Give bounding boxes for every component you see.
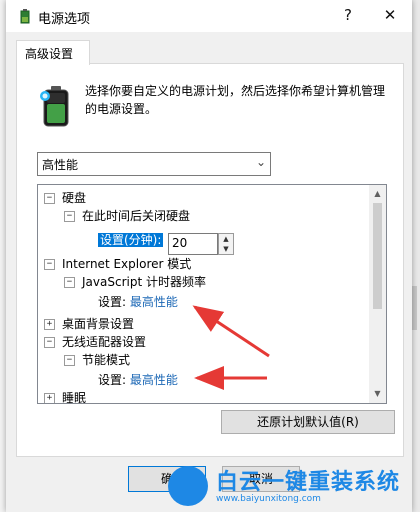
tab-label: 高级设置 [25,47,74,61]
close-button[interactable]: ✕ [380,6,400,24]
settings-panel: 选择你要自定义的电源计划，然后选择你希望计算机管理的电源设置。 高性能 ⌄ − 硬… [16,63,404,457]
twitter-bird-logo-icon [168,466,208,506]
window-title: 电源选项 [38,12,91,27]
watermark-url: www.baiyunxitong.com [216,494,321,504]
help-button[interactable]: ? [338,6,358,24]
power-options-icon [18,8,32,27]
power-options-dialog: 电源选项 ? ✕ 高级设置 选择你要自定义的电源计划，然后选择你希望计算机管理的… [6,0,412,512]
annotation-arrows [192,305,270,390]
watermark-text: 白云一键重装系统 [216,470,401,495]
watermark: 白云一键重装系统 www.baiyunxitong.com [160,462,412,512]
red-arrow [192,305,270,358]
tab-advanced-settings[interactable]: 高级设置 [16,40,90,65]
restore-defaults-button[interactable]: 还原计划默认值(R) [221,410,395,434]
title-bar: 电源选项 ? ✕ [6,0,412,32]
